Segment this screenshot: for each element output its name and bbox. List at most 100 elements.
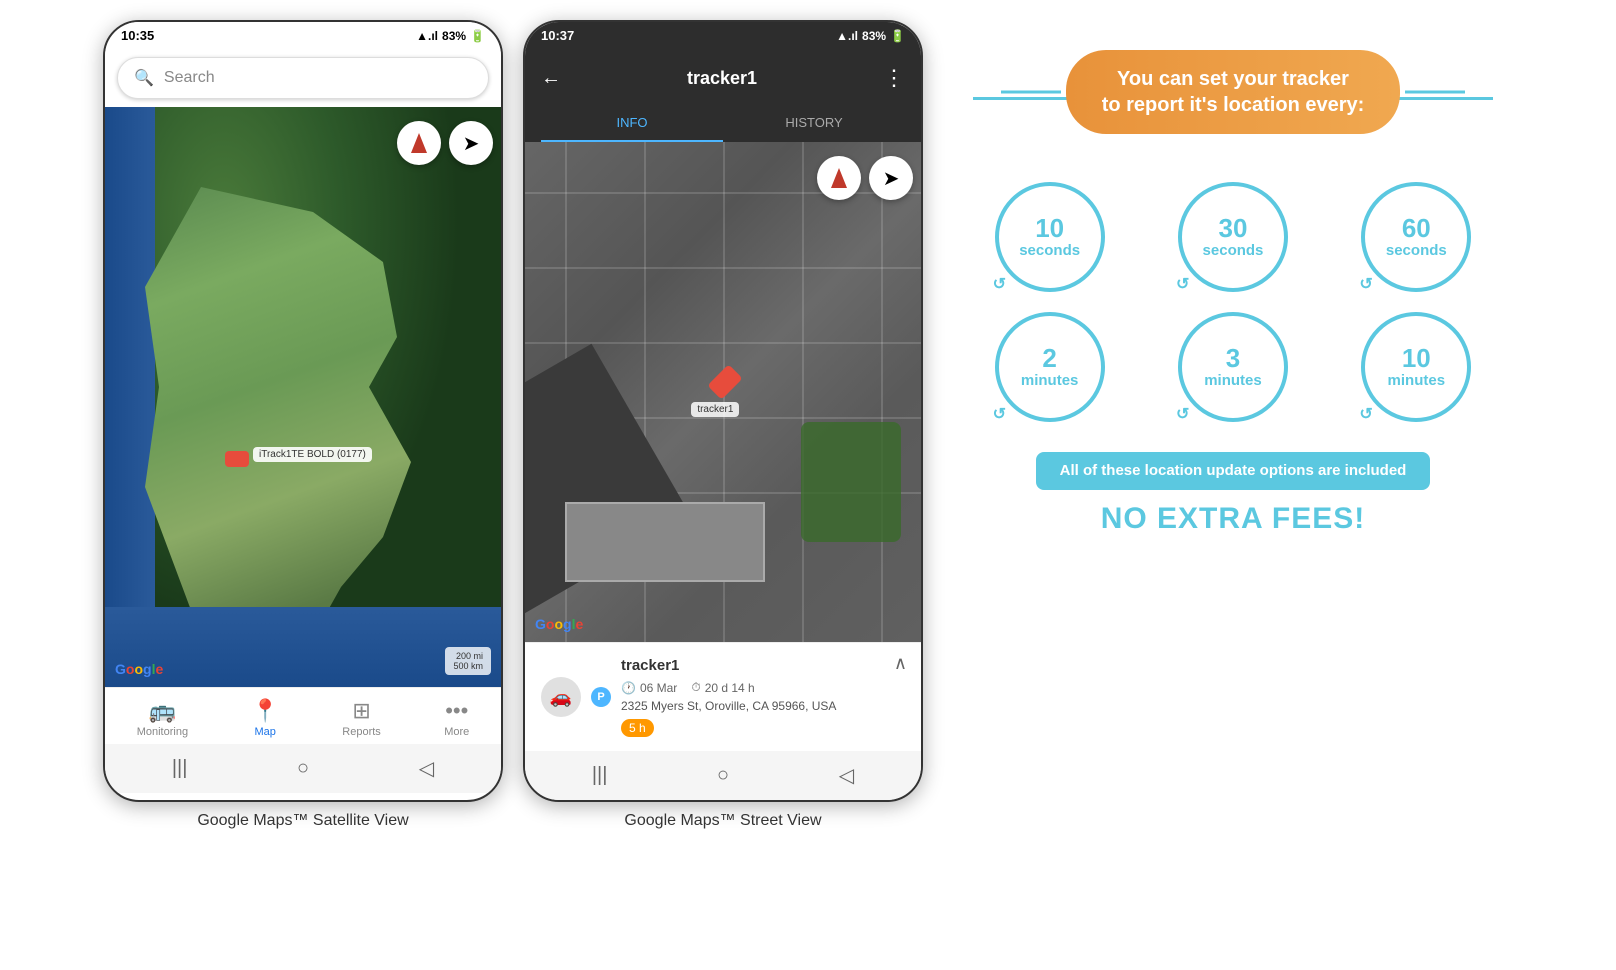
parking-badge: P: [591, 687, 611, 707]
phone2-sys-back-icon[interactable]: |||: [592, 764, 608, 787]
building: [565, 502, 765, 582]
search-bar-container: 🔍 Search: [105, 49, 501, 107]
search-icon: 🔍: [134, 68, 154, 88]
time-circle-3: ↺ 60 seconds: [1361, 182, 1471, 292]
sys-recent-icon[interactable]: ◁: [419, 756, 434, 781]
aerial-map[interactable]: ➤ tracker1 Google: [525, 142, 921, 642]
monitoring-icon: 🚌: [149, 698, 176, 724]
aerial-tracker-label: tracker1: [691, 402, 739, 417]
more-menu-button[interactable]: ⋮: [883, 65, 905, 91]
search-bar[interactable]: 🔍 Search: [117, 57, 489, 99]
circle-value-3: 60: [1402, 214, 1431, 243]
navigate-icon: ➤: [463, 131, 480, 156]
sys-back-icon[interactable]: |||: [172, 757, 188, 780]
circle-10-seconds: ↺ 10 seconds: [973, 182, 1126, 292]
phone2-mockup: 10:37 ▲.ıl 83% 🔋 ← tracker1 ⋮ INFO HISTO…: [523, 20, 923, 802]
aerial-google-logo: Google: [535, 616, 583, 632]
phone1-battery-icon: 🔋: [470, 29, 485, 43]
chevron-up-icon[interactable]: ∧: [894, 653, 907, 674]
phone1-caption-text: Google Maps™ Satellite View: [197, 812, 408, 829]
satellite-map[interactable]: ➤ iTrack1TE BOLD (0177) Google 200 mi 50…: [105, 107, 501, 687]
tracker-meta: 🕐 06 Mar ⏱ 20 d 14 h: [621, 680, 836, 695]
included-text: All of these location update options are…: [1060, 462, 1407, 479]
curl-arrow-icon-4: ↺: [993, 406, 1006, 424]
phone2-caption: Google Maps™ Street View: [523, 812, 923, 830]
compass-arrow-icon: [411, 133, 427, 153]
compass-button[interactable]: [397, 121, 441, 165]
nav-reports[interactable]: ⊞ Reports: [342, 698, 381, 738]
time-circle-4: ↺ 2 minutes: [995, 312, 1105, 422]
aerial-compass-arrow-icon: [831, 168, 847, 188]
system-nav: ||| ○ ◁: [105, 744, 501, 793]
phone2-time: 10:37: [541, 28, 574, 43]
navigate-button[interactable]: ➤: [449, 121, 493, 165]
road: [525, 344, 692, 642]
phone1-battery: 83%: [442, 29, 466, 43]
aerial-navigate-icon: ➤: [883, 166, 900, 191]
phone2-sys-home-icon[interactable]: ○: [717, 764, 729, 787]
tracker-avatar: 🚗: [541, 677, 581, 717]
circle-3-minutes: ↺ 3 minutes: [1156, 312, 1309, 422]
sys-home-icon[interactable]: ○: [297, 757, 309, 780]
phone2-topbar: ← tracker1 ⋮: [541, 57, 905, 99]
phone1-mockup: 10:35 ▲.ıl 83% 🔋 🔍 Search: [103, 20, 503, 802]
circle-value-2: 30: [1219, 214, 1248, 243]
circle-60-seconds: ↺ 60 seconds: [1340, 182, 1493, 292]
circle-unit-6: minutes: [1388, 373, 1446, 390]
parking-lot-background: ➤ tracker1 Google: [525, 142, 921, 642]
circle-unit-3: seconds: [1386, 243, 1447, 260]
time-circle-6: ↺ 10 minutes: [1361, 312, 1471, 422]
satellite-background: ➤ iTrack1TE BOLD (0177) Google 200 mi 50…: [105, 107, 501, 687]
phone2-signal-icon: ▲.ıl: [836, 29, 858, 43]
circle-value-1: 10: [1035, 214, 1064, 243]
phone1-signal-icon: ▲.ıl: [416, 29, 438, 43]
aerial-navigate-button[interactable]: ➤: [869, 156, 913, 200]
circle-unit-2: seconds: [1203, 243, 1264, 260]
curl-arrow-icon-1: ↺: [993, 276, 1006, 294]
circle-unit-5: minutes: [1204, 373, 1262, 390]
tab-info[interactable]: INFO: [541, 105, 723, 142]
bottom-nav: 🚌 Monitoring 📍 Map ⊞ Reports ••• More: [105, 687, 501, 744]
nav-monitoring[interactable]: 🚌 Monitoring: [137, 698, 188, 738]
circle-value-4: 2: [1042, 344, 1056, 373]
phone1-time: 10:35: [121, 28, 154, 43]
included-banner: All of these location update options are…: [1036, 452, 1431, 490]
circles-grid: ↺ 10 seconds ↺ 30 seconds ↺ 60 seconds ↺: [973, 182, 1493, 422]
circle-unit-4: minutes: [1021, 373, 1079, 390]
tracker-name-header: tracker1: [687, 68, 757, 89]
curl-arrow-icon-5: ↺: [1176, 406, 1189, 424]
circle-10-minutes: ↺ 10 minutes: [1340, 312, 1493, 422]
back-button[interactable]: ←: [541, 67, 561, 90]
map-icon: 📍: [251, 698, 278, 724]
phone2-battery: 83%: [862, 29, 886, 43]
more-icon: •••: [445, 698, 468, 724]
circle-value-6: 10: [1402, 344, 1431, 373]
aerial-compass[interactable]: [817, 156, 861, 200]
map-label: Map: [254, 726, 275, 738]
tab-history[interactable]: HISTORY: [723, 105, 905, 142]
duration-badge: 5 h: [621, 719, 654, 737]
phone1-caption: Google Maps™ Satellite View: [103, 812, 503, 830]
banner-line1: You can set your tracker: [1102, 66, 1365, 92]
time-circle-1: ↺ 10 seconds: [995, 182, 1105, 292]
phone2-sys-recent-icon[interactable]: ◁: [839, 763, 854, 788]
parking-line-v: [802, 142, 804, 642]
circle-2-minutes: ↺ 2 minutes: [973, 312, 1126, 422]
search-placeholder: Search: [164, 69, 215, 87]
reports-icon: ⊞: [352, 698, 370, 724]
ocean-left: [105, 107, 155, 687]
time-circle-5: ↺ 3 minutes: [1178, 312, 1288, 422]
scale-bar: 200 mi 500 km: [445, 647, 491, 675]
nav-more[interactable]: ••• More: [444, 698, 469, 738]
car-icon: [225, 451, 249, 467]
tracker-info-name: tracker1: [621, 657, 836, 674]
phone2-header: ← tracker1 ⋮ INFO HISTORY: [525, 49, 921, 142]
monitoring-label: Monitoring: [137, 726, 188, 738]
tracker-date: 🕐 06 Mar: [621, 680, 677, 695]
time-circle-2: ↺ 30 seconds: [1178, 182, 1288, 292]
curl-arrow-icon-6: ↺: [1359, 406, 1372, 424]
phone2-status-bar: 10:37 ▲.ıl 83% 🔋: [525, 22, 921, 49]
nav-map[interactable]: 📍 Map: [251, 698, 278, 738]
tracker-info-panel: ∧ 🚗 P tracker1 🕐 06 Mar ⏱ 20 d 14 h 2325…: [525, 642, 921, 751]
tracker-marker[interactable]: iTrack1TE BOLD (0177): [225, 451, 249, 467]
